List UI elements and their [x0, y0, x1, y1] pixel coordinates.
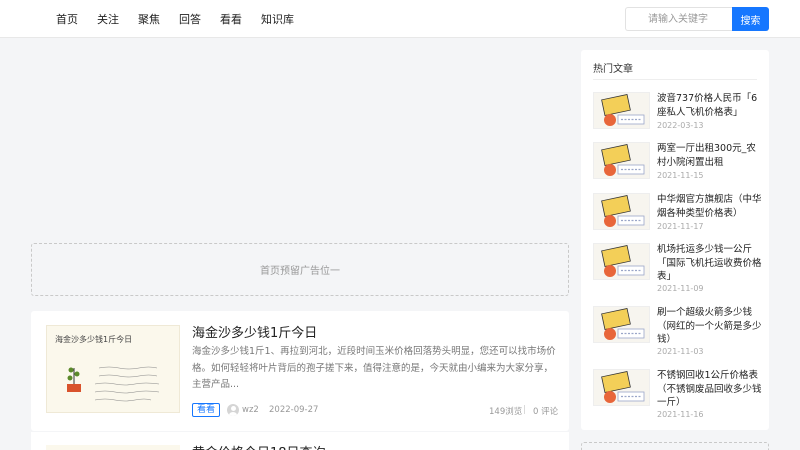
- hot-article-item[interactable]: 中华烟官方旗舰店（中华烟各种类型价格表） 2021-11-17: [593, 193, 763, 239]
- publish-date: 2022-09-27: [269, 405, 319, 415]
- search-button[interactable]: 搜索: [732, 7, 769, 31]
- sidebar-ad-placeholder: [581, 442, 769, 450]
- author-info[interactable]: wz2: [227, 404, 259, 416]
- hot-article-title[interactable]: 两室一厅出租300元_农村小院闲置出租: [657, 142, 765, 169]
- panel-title: 热门文章: [593, 64, 633, 75]
- hot-article-title[interactable]: 不锈钢回收1公斤价格表（不锈钢废品回收多少钱一斤）: [657, 369, 765, 410]
- cartoon-sign-image: [601, 307, 645, 340]
- handwritten-note-image: [67, 366, 160, 402]
- hot-article-item[interactable]: 不锈钢回收1公斤价格表（不锈钢废品回收多少钱一斤） 2021-11-16: [593, 369, 763, 429]
- ad-label: 首页预留广告位一: [260, 266, 340, 277]
- nav-item-follow[interactable]: 关注: [97, 11, 119, 27]
- article-card[interactable]: 海金沙多少钱1斤今日 海金沙多少钱1斤今日 海金沙多少钱1斤1、再拉到河北，近段…: [31, 311, 569, 431]
- hot-article-thumbnail[interactable]: [593, 92, 650, 129]
- hot-article-item[interactable]: 机场托运多少钱一公斤「国际飞机托运收费价格表」 2021-11-09: [593, 243, 763, 303]
- meta-separator: |: [523, 405, 526, 415]
- hot-article-thumbnail[interactable]: [593, 193, 650, 230]
- hot-article-title[interactable]: 波音737价格人民币「6座私人飞机价格表」: [657, 92, 765, 119]
- avatar-icon: [227, 404, 239, 416]
- hot-article-date: 2021-11-15: [657, 171, 704, 180]
- hot-article-item[interactable]: 刷一个超级火箭多少钱（网红的一个火箭是多少钱） 2021-11-03: [593, 306, 763, 366]
- nav-item-home[interactable]: 首页: [56, 11, 78, 27]
- hot-article-item[interactable]: 两室一厅出租300元_农村小院闲置出租 2021-11-15: [593, 142, 763, 188]
- article-thumbnail[interactable]: [46, 445, 180, 450]
- article-description: 海金沙多少钱1斤1、再拉到河北，近段时间玉米价格回落势头明显，您还可以找市场价格…: [192, 346, 556, 390]
- comment-count[interactable]: 0 评论: [533, 405, 558, 417]
- hot-article-date: 2021-11-17: [657, 222, 704, 231]
- divider: [593, 79, 757, 80]
- hot-article-date: 2022-03-13: [657, 121, 704, 130]
- nav-item-focus[interactable]: 聚焦: [138, 11, 160, 27]
- nav-item-watch[interactable]: 看看: [220, 11, 242, 27]
- hot-article-thumbnail[interactable]: [593, 306, 650, 343]
- ad-placeholder: 首页预留广告位一: [31, 243, 569, 296]
- hot-articles-panel: 热门文章 波音737价格人民币「6座私人飞机价格表」 2022-03-13 两室…: [581, 50, 769, 430]
- hot-article-title[interactable]: 机场托运多少钱一公斤「国际飞机托运收费价格表」: [657, 243, 765, 284]
- article-title[interactable]: 海金沙多少钱1斤今日: [192, 322, 317, 341]
- cartoon-sign-image: [601, 143, 645, 176]
- nav-item-knowledge[interactable]: 知识库: [261, 11, 294, 27]
- cartoon-sign-image: [601, 93, 645, 126]
- hot-article-date: 2021-11-16: [657, 410, 704, 419]
- nav-item-answers[interactable]: 回答: [179, 11, 201, 27]
- article-card[interactable]: 黄金价格今日18日查询: [31, 432, 569, 450]
- article-thumbnail[interactable]: 海金沙多少钱1斤今日: [46, 325, 180, 413]
- main-nav: 首页 关注 聚焦 回答 看看 知识库: [56, 0, 313, 38]
- author-name: wz2: [242, 405, 259, 415]
- hot-article-thumbnail[interactable]: [593, 243, 650, 280]
- cartoon-sign-image: [601, 194, 645, 227]
- cartoon-sign-image: [601, 244, 645, 277]
- hot-article-date: 2021-11-09: [657, 284, 704, 293]
- hot-article-thumbnail[interactable]: [593, 142, 650, 179]
- view-count: 149浏览: [489, 407, 523, 417]
- hot-article-date: 2021-11-03: [657, 347, 704, 356]
- hot-article-title[interactable]: 中华烟官方旗舰店（中华烟各种类型价格表）: [657, 193, 765, 220]
- hot-article-item[interactable]: 波音737价格人民币「6座私人飞机价格表」 2022-03-13: [593, 92, 763, 138]
- category-tag[interactable]: 看看: [192, 403, 221, 417]
- search-input[interactable]: [625, 7, 732, 31]
- cartoon-sign-image: [601, 370, 645, 403]
- hot-article-title[interactable]: 刷一个超级火箭多少钱（网红的一个火箭是多少钱）: [657, 306, 765, 347]
- article-title[interactable]: 黄金价格今日18日查询: [192, 442, 326, 450]
- hot-article-thumbnail[interactable]: [593, 369, 650, 406]
- top-header: 首页 关注 聚焦 回答 看看 知识库 搜索: [0, 0, 800, 38]
